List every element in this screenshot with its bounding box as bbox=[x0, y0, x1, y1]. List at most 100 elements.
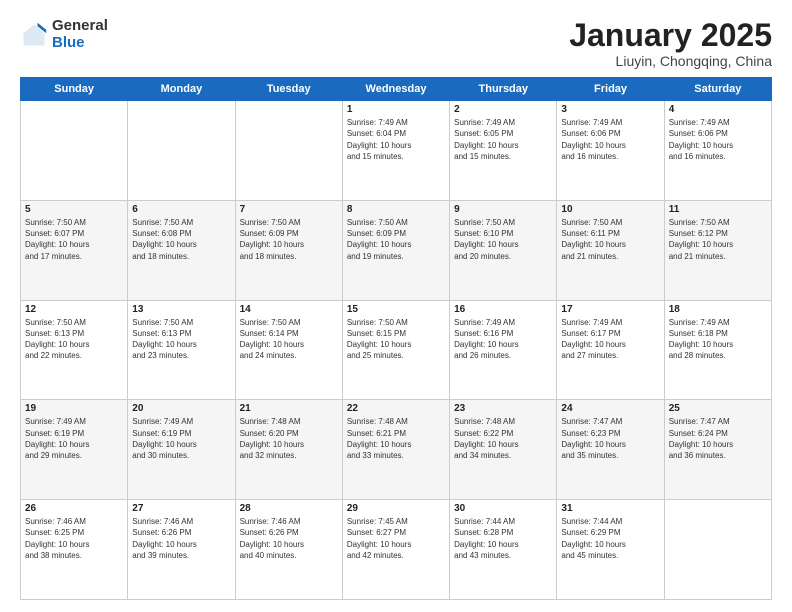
calendar-title: January 2025 bbox=[569, 18, 772, 53]
day-info-25: Sunrise: 7:47 AM Sunset: 6:24 PM Dayligh… bbox=[669, 416, 767, 461]
day-number-25: 25 bbox=[669, 403, 767, 414]
week-row-1: 5 Sunrise: 7:50 AM Sunset: 6:07 PM Daylig… bbox=[21, 200, 772, 300]
cell-week3-day5: 24Sunrise: 7:47 AM Sunset: 6:23 PM Dayli… bbox=[557, 400, 664, 500]
header-row: Sunday Monday Tuesday Wednesday Thursday… bbox=[21, 78, 772, 101]
day-number-13: 13 bbox=[132, 304, 230, 315]
logo: General Blue bbox=[20, 18, 108, 51]
day-number-21: 21 bbox=[240, 403, 338, 414]
header-thursday: Thursday bbox=[450, 78, 557, 101]
day-number-11: 11 bbox=[669, 204, 767, 215]
day-number-30: 30 bbox=[454, 503, 552, 514]
calendar-subtitle: Liuyin, Chongqing, China bbox=[569, 53, 772, 69]
day-number-17: 17 bbox=[561, 304, 659, 315]
day-info-6: Sunrise: 7:50 AM Sunset: 6:08 PM Dayligh… bbox=[132, 217, 230, 262]
day-number-1: 1 bbox=[347, 104, 445, 115]
day-info-12: Sunrise: 7:50 AM Sunset: 6:13 PM Dayligh… bbox=[25, 317, 123, 362]
cell-week4-day1: 27Sunrise: 7:46 AM Sunset: 6:26 PM Dayli… bbox=[128, 500, 235, 600]
day-number-8: 8 bbox=[347, 204, 445, 215]
cell-week4-day5: 31Sunrise: 7:44 AM Sunset: 6:29 PM Dayli… bbox=[557, 500, 664, 600]
day-number-2: 2 bbox=[454, 104, 552, 115]
day-number-29: 29 bbox=[347, 503, 445, 514]
cell-week3-day3: 22 Sunrise: 7:48 AM Sunset: 6:21 PM Dayli… bbox=[342, 400, 449, 500]
day-number-23: 23 bbox=[454, 403, 552, 414]
day-info-23: Sunrise: 7:48 AM Sunset: 6:22 PM Dayligh… bbox=[454, 416, 552, 461]
cell-week1-day4: 9 Sunrise: 7:50 AM Sunset: 6:10 PM Daylig… bbox=[450, 200, 557, 300]
day-info-9: Sunrise: 7:50 AM Sunset: 6:10 PM Dayligh… bbox=[454, 217, 552, 262]
cell-week3-day4: 23 Sunrise: 7:48 AM Sunset: 6:22 PM Dayli… bbox=[450, 400, 557, 500]
day-info-4: Sunrise: 7:49 AM Sunset: 6:06 PM Dayligh… bbox=[669, 117, 767, 162]
day-number-7: 7 bbox=[240, 204, 338, 215]
header-monday: Monday bbox=[128, 78, 235, 101]
cell-week1-day5: 10 Sunrise: 7:50 AM Sunset: 6:11 PM Dayli… bbox=[557, 200, 664, 300]
day-info-29: Sunrise: 7:45 AM Sunset: 6:27 PM Dayligh… bbox=[347, 516, 445, 561]
day-number-10: 10 bbox=[561, 204, 659, 215]
cell-week1-day3: 8 Sunrise: 7:50 AM Sunset: 6:09 PM Daylig… bbox=[342, 200, 449, 300]
cell-week4-day4: 30 Sunrise: 7:44 AM Sunset: 6:28 PM Dayli… bbox=[450, 500, 557, 600]
logo-icon bbox=[20, 21, 48, 49]
day-number-19: 19 bbox=[25, 403, 123, 414]
week-row-4: 26 Sunrise: 7:46 AM Sunset: 6:25 PM Dayli… bbox=[21, 500, 772, 600]
day-number-16: 16 bbox=[454, 304, 552, 315]
day-info-13: Sunrise: 7:50 AM Sunset: 6:13 PM Dayligh… bbox=[132, 317, 230, 362]
cell-week1-day0: 5 Sunrise: 7:50 AM Sunset: 6:07 PM Daylig… bbox=[21, 200, 128, 300]
day-number-15: 15 bbox=[347, 304, 445, 315]
cell-week4-day2: 28Sunrise: 7:46 AM Sunset: 6:26 PM Dayli… bbox=[235, 500, 342, 600]
day-number-14: 14 bbox=[240, 304, 338, 315]
calendar-table: Sunday Monday Tuesday Wednesday Thursday… bbox=[20, 77, 772, 600]
cell-week3-day1: 20 Sunrise: 7:49 AM Sunset: 6:19 PM Dayli… bbox=[128, 400, 235, 500]
header-wednesday: Wednesday bbox=[342, 78, 449, 101]
cell-week0-day2 bbox=[235, 101, 342, 201]
cell-week4-day3: 29 Sunrise: 7:45 AM Sunset: 6:27 PM Dayli… bbox=[342, 500, 449, 600]
cell-week2-day2: 14 Sunrise: 7:50 AM Sunset: 6:14 PM Dayli… bbox=[235, 300, 342, 400]
day-number-12: 12 bbox=[25, 304, 123, 315]
day-number-20: 20 bbox=[132, 403, 230, 414]
day-info-22: Sunrise: 7:48 AM Sunset: 6:21 PM Dayligh… bbox=[347, 416, 445, 461]
day-info-1: Sunrise: 7:49 AM Sunset: 6:04 PM Dayligh… bbox=[347, 117, 445, 162]
cell-week2-day4: 16 Sunrise: 7:49 AM Sunset: 6:16 PM Dayli… bbox=[450, 300, 557, 400]
day-info-31: Sunrise: 7:44 AM Sunset: 6:29 PM Dayligh… bbox=[561, 516, 659, 561]
day-info-20: Sunrise: 7:49 AM Sunset: 6:19 PM Dayligh… bbox=[132, 416, 230, 461]
day-info-7: Sunrise: 7:50 AM Sunset: 6:09 PM Dayligh… bbox=[240, 217, 338, 262]
page: General Blue January 2025 Liuyin, Chongq… bbox=[0, 0, 792, 612]
cell-week3-day2: 21 Sunrise: 7:48 AM Sunset: 6:20 PM Dayli… bbox=[235, 400, 342, 500]
cell-week3-day0: 19Sunrise: 7:49 AM Sunset: 6:19 PM Dayli… bbox=[21, 400, 128, 500]
day-number-6: 6 bbox=[132, 204, 230, 215]
header-sunday: Sunday bbox=[21, 78, 128, 101]
header: General Blue January 2025 Liuyin, Chongq… bbox=[20, 18, 772, 69]
day-number-22: 22 bbox=[347, 403, 445, 414]
day-info-17: Sunrise: 7:49 AM Sunset: 6:17 PM Dayligh… bbox=[561, 317, 659, 362]
day-number-27: 27 bbox=[132, 503, 230, 514]
day-number-9: 9 bbox=[454, 204, 552, 215]
day-info-10: Sunrise: 7:50 AM Sunset: 6:11 PM Dayligh… bbox=[561, 217, 659, 262]
header-friday: Friday bbox=[557, 78, 664, 101]
cell-week0-day4: 2 Sunrise: 7:49 AM Sunset: 6:05 PM Daylig… bbox=[450, 101, 557, 201]
day-number-18: 18 bbox=[669, 304, 767, 315]
day-number-24: 24 bbox=[561, 403, 659, 414]
day-info-18: Sunrise: 7:49 AM Sunset: 6:18 PM Dayligh… bbox=[669, 317, 767, 362]
day-info-30: Sunrise: 7:44 AM Sunset: 6:28 PM Dayligh… bbox=[454, 516, 552, 561]
cell-week1-day2: 7 Sunrise: 7:50 AM Sunset: 6:09 PM Daylig… bbox=[235, 200, 342, 300]
day-info-16: Sunrise: 7:49 AM Sunset: 6:16 PM Dayligh… bbox=[454, 317, 552, 362]
week-row-0: 1 Sunrise: 7:49 AM Sunset: 6:04 PM Daylig… bbox=[21, 101, 772, 201]
logo-blue-text: Blue bbox=[52, 35, 108, 52]
cell-week3-day6: 25 Sunrise: 7:47 AM Sunset: 6:24 PM Dayli… bbox=[664, 400, 771, 500]
day-info-3: Sunrise: 7:49 AM Sunset: 6:06 PM Dayligh… bbox=[561, 117, 659, 162]
day-info-26: Sunrise: 7:46 AM Sunset: 6:25 PM Dayligh… bbox=[25, 516, 123, 561]
day-info-14: Sunrise: 7:50 AM Sunset: 6:14 PM Dayligh… bbox=[240, 317, 338, 362]
day-info-15: Sunrise: 7:50 AM Sunset: 6:15 PM Dayligh… bbox=[347, 317, 445, 362]
day-number-5: 5 bbox=[25, 204, 123, 215]
day-info-5: Sunrise: 7:50 AM Sunset: 6:07 PM Dayligh… bbox=[25, 217, 123, 262]
week-row-2: 12 Sunrise: 7:50 AM Sunset: 6:13 PM Dayli… bbox=[21, 300, 772, 400]
cell-week2-day3: 15 Sunrise: 7:50 AM Sunset: 6:15 PM Dayli… bbox=[342, 300, 449, 400]
calendar-header: Sunday Monday Tuesday Wednesday Thursday… bbox=[21, 78, 772, 101]
day-info-21: Sunrise: 7:48 AM Sunset: 6:20 PM Dayligh… bbox=[240, 416, 338, 461]
cell-week0-day6: 4Sunrise: 7:49 AM Sunset: 6:06 PM Daylig… bbox=[664, 101, 771, 201]
day-number-26: 26 bbox=[25, 503, 123, 514]
cell-week2-day1: 13 Sunrise: 7:50 AM Sunset: 6:13 PM Dayli… bbox=[128, 300, 235, 400]
day-info-2: Sunrise: 7:49 AM Sunset: 6:05 PM Dayligh… bbox=[454, 117, 552, 162]
day-info-8: Sunrise: 7:50 AM Sunset: 6:09 PM Dayligh… bbox=[347, 217, 445, 262]
cell-week2-day0: 12 Sunrise: 7:50 AM Sunset: 6:13 PM Dayli… bbox=[21, 300, 128, 400]
title-block: January 2025 Liuyin, Chongqing, China bbox=[569, 18, 772, 69]
cell-week1-day6: 11Sunrise: 7:50 AM Sunset: 6:12 PM Dayli… bbox=[664, 200, 771, 300]
logo-general-text: General bbox=[52, 18, 108, 35]
